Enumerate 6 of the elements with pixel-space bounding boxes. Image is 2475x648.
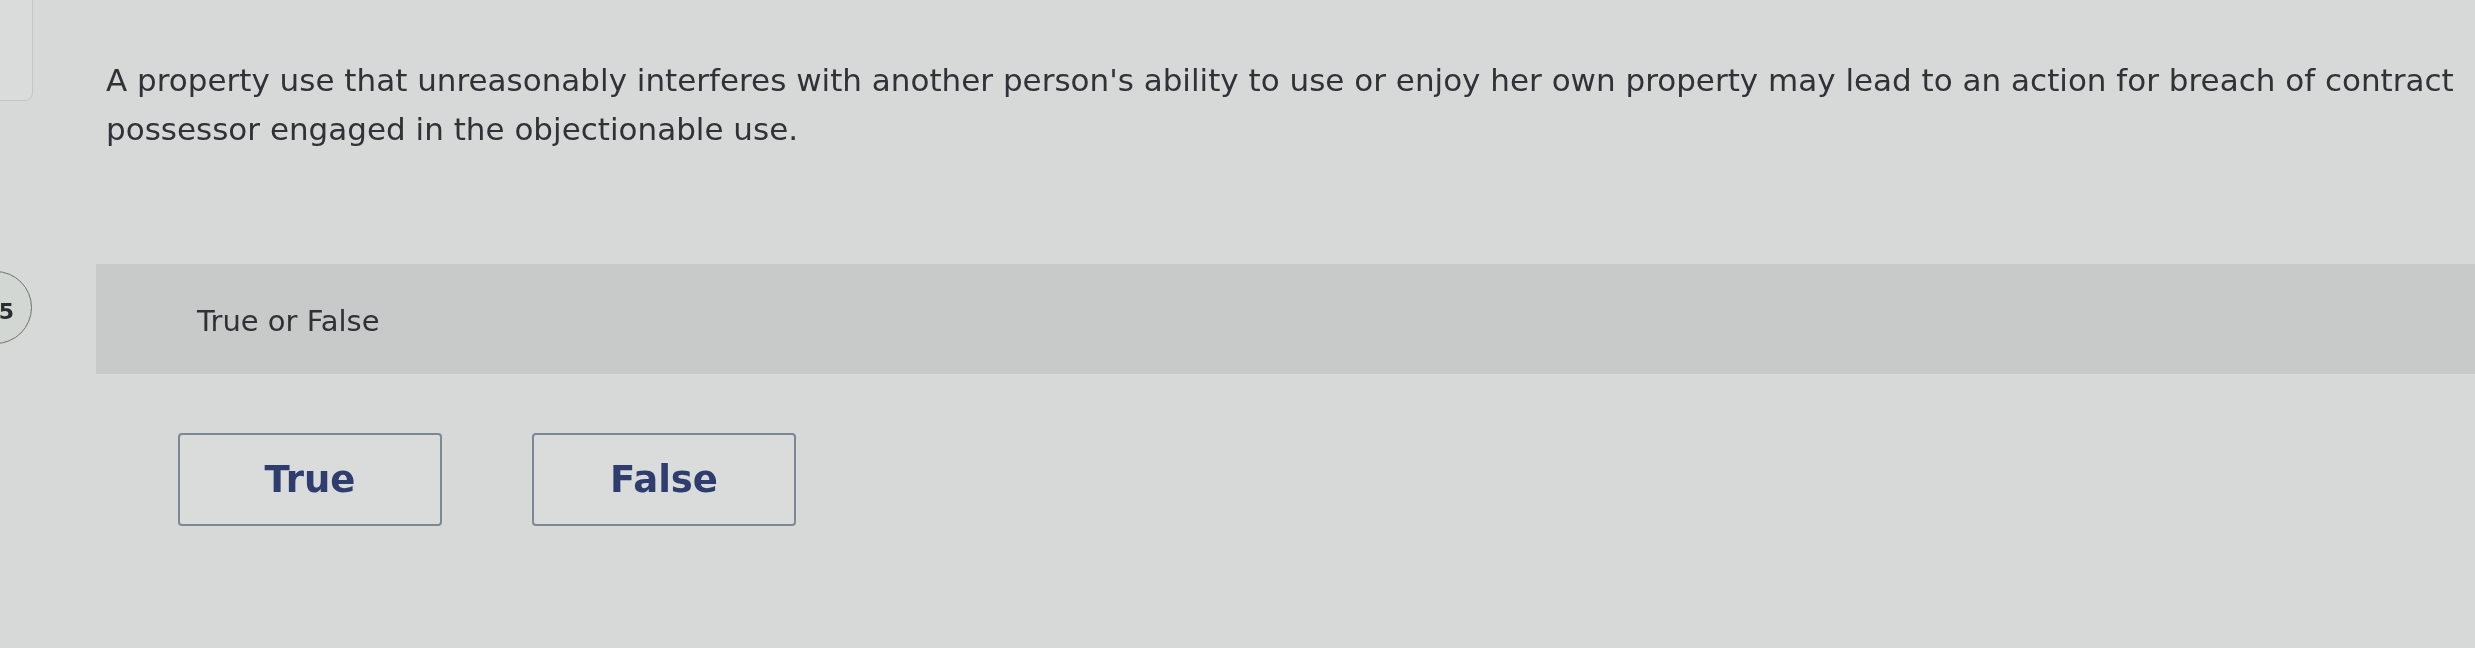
question-number: 5	[0, 271, 32, 344]
prompt-label: True or False	[197, 303, 380, 341]
answer-option[interactable]: False	[532, 433, 796, 526]
question-text: A property use that unreasonably interferes with another person's ability to use or enjoy her own property may lead to an action for breach of contract	[106, 61, 2455, 100]
answer-option[interactable]: True	[178, 433, 442, 526]
question-text: possessor engaged in the objectionable use.	[106, 110, 800, 149]
